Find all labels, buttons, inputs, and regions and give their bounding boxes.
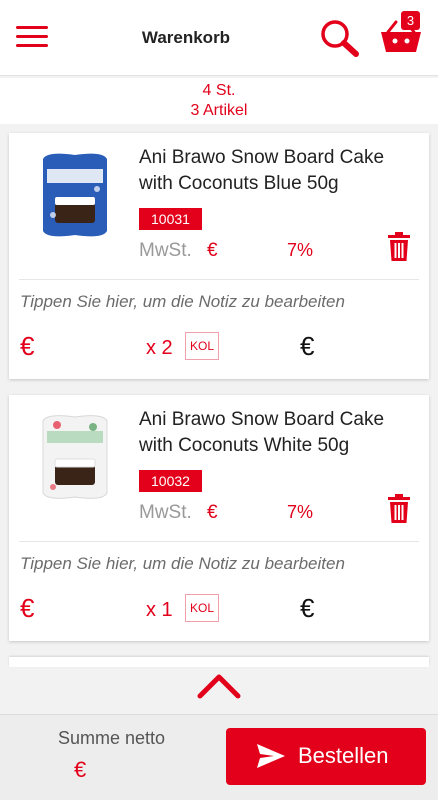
quantity[interactable]: x 1 (146, 599, 173, 622)
app-header: Warenkorb 3 (0, 0, 438, 76)
page-title: Warenkorb (141, 28, 231, 47)
vat-amount: € (207, 240, 218, 261)
note-field[interactable]: Tippen Sie hier, um die Notiz zu bearbei… (20, 554, 345, 574)
trash-icon[interactable] (386, 231, 412, 263)
search-icon[interactable] (318, 18, 362, 58)
trash-icon[interactable] (386, 493, 412, 525)
cart-item: Ani Brawo Snow Board Cake with Coconuts … (9, 133, 429, 379)
product-image (37, 407, 113, 505)
line-total: € (300, 593, 315, 623)
unit-badge[interactable]: KOL (185, 332, 220, 360)
checkout-footer: Summe netto € Bestellen (0, 714, 438, 800)
quantity[interactable]: x 2 (146, 337, 173, 360)
articles-count: 3 Artikel (190, 102, 248, 119)
product-image (37, 145, 113, 243)
chevron-up-icon[interactable] (196, 668, 242, 702)
cart-count-badge: 3 (401, 11, 420, 30)
note-field[interactable]: Tippen Sie hier, um die Notiz zu bearbei… (20, 292, 345, 312)
divider (19, 279, 419, 280)
vat-label: MwSt. (139, 502, 192, 523)
order-button-label: Bestellen (298, 743, 389, 768)
line-total: € (300, 331, 315, 361)
cart-item-partial (9, 657, 429, 667)
unit-price: € (20, 331, 35, 361)
sku-badge: 10032 (139, 470, 202, 492)
sku-badge: 10031 (139, 208, 202, 230)
unit-badge[interactable]: KOL (185, 594, 220, 622)
vat-label: MwSt. (139, 240, 192, 261)
sum-label: Summe netto (58, 728, 166, 748)
product-name[interactable]: Ani Brawo Snow Board Cake with Coconuts … (139, 145, 423, 197)
vat-rate: 7% (287, 502, 314, 522)
vat-rate: 7% (287, 240, 314, 260)
cart-item: Ani Brawo Snow Board Cake with Coconuts … (9, 395, 429, 641)
sum-amount: € (74, 757, 87, 782)
cart-summary: 4 St. 3 Artikel (0, 78, 438, 124)
order-button[interactable]: Bestellen (226, 728, 426, 785)
send-icon (257, 744, 285, 768)
product-name[interactable]: Ani Brawo Snow Board Cake with Coconuts … (139, 407, 423, 459)
cart-button[interactable]: 3 (376, 10, 426, 60)
vat-amount: € (207, 502, 218, 523)
unit-price: € (20, 593, 35, 623)
divider (19, 541, 419, 542)
pieces-count: 4 St. (202, 82, 236, 99)
